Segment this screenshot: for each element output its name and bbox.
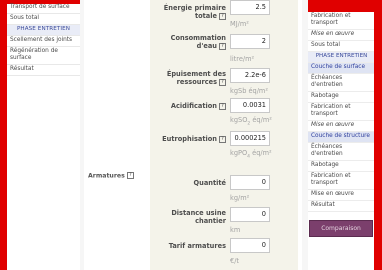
rsb-item-sous-total[interactable]: Sous total <box>308 41 374 52</box>
rsb-item-fabrication-transport[interactable]: Fabrication et transport <box>308 12 374 30</box>
field-label-distance: Distance usine chantier <box>171 209 226 225</box>
field-unit-tarif: €/t <box>230 257 240 265</box>
field-label-quantite: Quantité <box>193 179 226 187</box>
sidebar-item-scellement-joints[interactable]: Scellement des joints <box>7 36 80 47</box>
quantite-input[interactable]: 0 <box>230 175 270 190</box>
right-red-edge <box>374 0 382 270</box>
rsb-item-rabotage[interactable]: Rabotage <box>308 92 374 103</box>
field-unit-eutrophisation: kgPO4 éq/m² <box>230 149 272 160</box>
rsb-item-fabrication-transport[interactable]: Fabrication et transport <box>308 103 374 121</box>
help-icon[interactable]: ? <box>126 172 134 179</box>
armatures-panel: Quantité 0 kg/m² Distance usine chantier… <box>150 170 298 270</box>
rsb-item-fabrication-transport[interactable]: Fabrication et transport <box>308 172 374 190</box>
comparaison-button[interactable]: Comparaison <box>309 220 373 237</box>
sidebar-item-transport-surface[interactable]: Transport de surface <box>7 4 80 14</box>
rsb-item-rabotage[interactable]: Rabotage <box>308 161 374 172</box>
left-red-edge <box>0 0 7 270</box>
field-label-acidification: Acidification? <box>156 102 226 110</box>
field-unit-energie: MJ/m² <box>230 20 249 28</box>
field-label-ressources: Épuisement des ressources? <box>166 70 226 86</box>
rsb-item-echeances-entretien[interactable]: Échéances d'entretien <box>308 143 374 161</box>
field-label-energie: Énergie primaire totale? <box>163 4 226 20</box>
rsb-item-mise-en-oeuvre[interactable]: Mise en œuvre <box>308 121 374 132</box>
rsb-item-couche-surface[interactable]: Couche de surface <box>308 63 374 74</box>
help-icon[interactable]: ? <box>219 78 226 86</box>
rsb-item-couche-structure[interactable]: Couche de structure <box>308 132 374 143</box>
acidification-input[interactable]: 0.0031 <box>230 98 270 113</box>
eau-input[interactable]: 2 <box>230 34 270 49</box>
energie-input[interactable]: 2.5 <box>230 0 270 15</box>
rsb-item-echeances-entretien[interactable]: Échéances d'entretien <box>308 74 374 92</box>
sidebar-item-sous-total[interactable]: Sous total <box>7 14 80 25</box>
ressources-input[interactable]: 2.2e-6 <box>230 68 270 83</box>
eutrophisation-input[interactable]: 0.000215 <box>230 131 270 146</box>
rsb-header-phase-entretien: PHASE ENTRETIEN <box>308 52 374 63</box>
sidebar-item-resultat[interactable]: Résultat <box>7 65 80 76</box>
field-label-tarif: Tarif armatures <box>168 242 226 250</box>
right-sidebar: Fabrication et transport Mise en œuvre S… <box>308 12 374 237</box>
left-sidebar: Transport de surface Sous total PHASE EN… <box>7 4 80 76</box>
sidebar-header-phase-entretien: PHASE ENTRETIEN <box>7 25 80 36</box>
help-icon[interactable]: ? <box>219 12 226 20</box>
section-label-armatures: Armatures? <box>88 172 134 180</box>
help-icon[interactable]: ? <box>219 135 226 143</box>
help-icon[interactable]: ? <box>219 102 226 110</box>
main-content: Énergie primaire totale? 2.5 MJ/m² Conso… <box>84 0 302 270</box>
tarif-input[interactable]: 0 <box>230 238 270 253</box>
field-unit-eau: litre/m² <box>230 55 255 63</box>
distance-input[interactable]: 0 <box>230 207 270 222</box>
field-unit-ressources: kgSb éq/m² <box>230 87 269 95</box>
field-label-eau: Consommation d'eau? <box>170 34 226 50</box>
field-unit-quantite: kg/m² <box>230 194 250 202</box>
rsb-item-mise-en-oeuvre[interactable]: Mise en œuvre <box>308 30 374 41</box>
field-unit-distance: km <box>230 226 241 234</box>
field-label-eutrophisation: Eutrophisation? <box>156 135 226 143</box>
rsb-item-mise-en-oeuvre[interactable]: Mise en œuvre <box>308 190 374 201</box>
rsb-item-resultat[interactable]: Résultat <box>308 201 374 212</box>
sidebar-item-regeneration-surface[interactable]: Régénération de surface <box>7 47 80 65</box>
help-icon[interactable]: ? <box>219 42 226 50</box>
field-unit-acidification: kgSO2 éq/m² <box>230 116 272 127</box>
